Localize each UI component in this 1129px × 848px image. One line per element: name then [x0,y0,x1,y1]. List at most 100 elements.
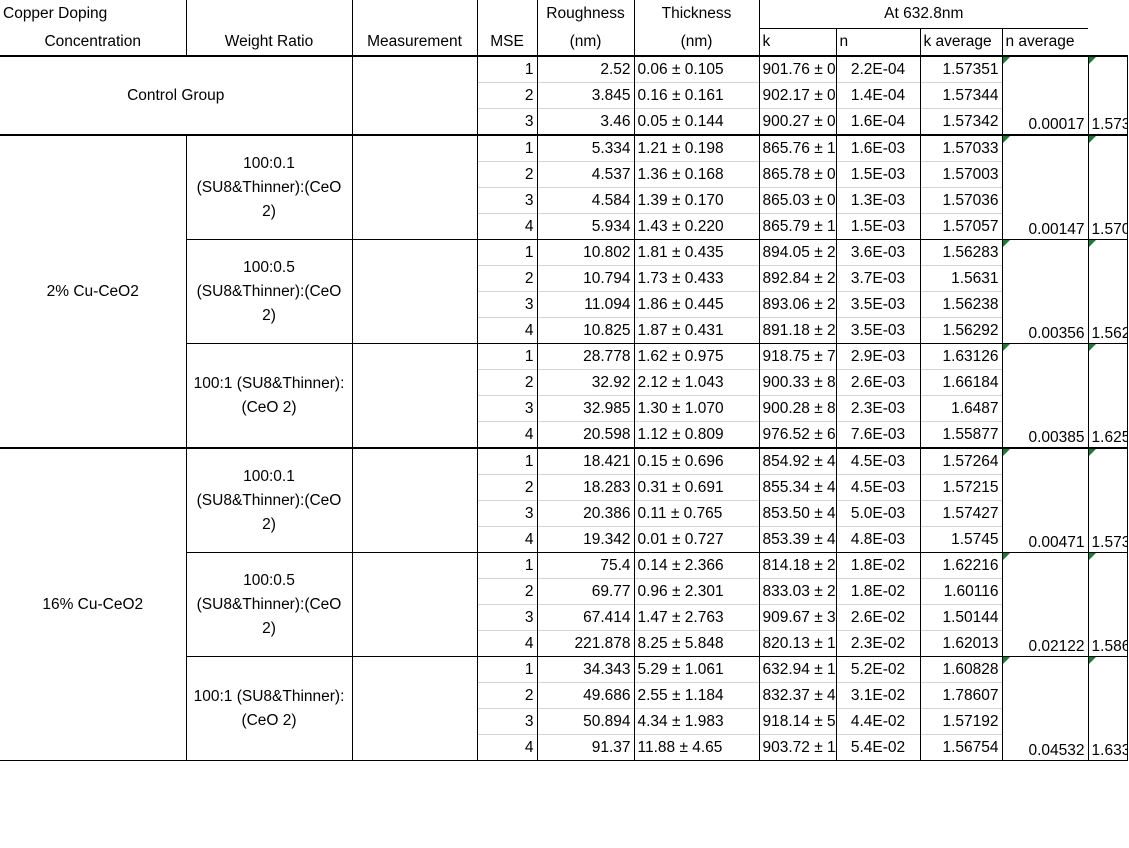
roughness-value: 0.01 ± 0.727 [633,526,759,553]
roughness-value: 0.15 ± 0.696 [633,447,759,475]
n-value: 1.63126 [919,343,1002,370]
header-thickness: Thickness [633,0,759,28]
k-average-cell: 0.00356 [1001,239,1089,344]
k-value: 7.6E-03 [835,421,920,448]
k-value: 1.6E-04 [835,108,920,135]
measurement-number: 4 [476,421,537,448]
mse-value: 20.386 [536,500,634,527]
header-k: k [758,28,836,56]
thickness-value: 865.03 ± 0.983 [758,187,836,214]
weight-ratio: 100:0.5 (SU8&Thinner):(CeO 2) [185,552,352,657]
thickness-value: 893.06 ± 2.585 [758,291,836,318]
roughness-value: 0.31 ± 0.691 [633,474,759,501]
roughness-value: 1.62 ± 0.975 [633,343,759,370]
measurement-number: 2 [476,161,537,188]
k-value: 1.5E-03 [835,213,920,240]
k-value: 3.7E-03 [835,265,920,292]
measurement-group-cell [351,134,477,240]
thickness-value: 902.17 ± 0.856 [758,82,836,109]
n-average-cell: 1.57032 [1087,134,1129,240]
thickness-value: 918.14 ± 57.37 [758,708,836,735]
table-row: Control Group 1 2.52 0.06 ± 0.105 901.76 ± 0… [0,55,1129,136]
measurement-number: 4 [476,630,537,657]
thickness-value: 853.50 ± 4.726 [758,500,836,527]
n-value: 1.62013 [919,630,1002,657]
header-roughness: Roughness [536,0,634,28]
thickness-value: 900.33 ± 8.808 [758,369,836,396]
n-average-cell: 1.57339 [1087,447,1129,553]
header-blank [476,0,537,28]
k-value: 2.3E-03 [835,395,920,422]
k-value: 1.6E-03 [835,134,920,162]
thickness-value: 853.39 ± 4.480 [758,526,836,553]
thickness-value: 865.79 ± 1.274 [758,213,836,240]
n-average-value: 1.56281 [1091,325,1127,343]
thickness-value: 854.92 ± 4.224 [758,447,836,475]
k-value: 5.2E-02 [835,656,920,683]
measurement-number: 3 [476,108,537,135]
k-value: 3.1E-02 [835,682,920,709]
k-value: 4.4E-02 [835,708,920,735]
n-value: 1.57342 [919,108,1002,135]
n-value: 1.57036 [919,187,1002,214]
n-average-value: 1.57346 [1091,116,1127,134]
measurement-group-cell [351,343,477,449]
roughness-value: 0.06 ± 0.105 [633,55,759,83]
n-value: 1.57215 [919,474,1002,501]
k-value: 4.8E-03 [835,526,920,553]
thickness-value: 832.37 ± 41.034 [758,682,836,709]
header-row-1: Copper Doping Roughness Thickness At 632… [0,0,1128,29]
n-average-cell: 1.62514 [1087,343,1129,449]
mse-value: 5.934 [536,213,634,240]
measurement-number: 3 [476,187,537,214]
measurement-number: 1 [476,447,537,475]
n-value: 1.57427 [919,500,1002,527]
mse-value: 67.414 [536,604,634,631]
mse-value: 49.686 [536,682,634,709]
measurement-number: 4 [476,734,537,761]
mse-value: 19.342 [536,526,634,553]
n-value: 1.56238 [919,291,1002,318]
mse-value: 34.343 [536,656,634,683]
mse-value: 5.334 [536,134,634,162]
mse-value: 50.894 [536,708,634,735]
n-value: 1.57192 [919,708,1002,735]
n-value: 1.66184 [919,369,1002,396]
header-wavelength: At 632.8nm [758,0,1089,29]
thickness-value: 901.76 ± 0.561 [758,55,836,83]
measurement-number: 4 [476,526,537,553]
thickness-value: 833.03 ± 25.587 [758,578,836,605]
k-average-cell: 0.00471 [1001,447,1089,553]
header-row-2: Concentration Weight Ratio Measurement M… [0,28,1128,56]
mse-value: 10.794 [536,265,634,292]
header-weight-ratio: Weight Ratio [185,28,352,56]
measurement-group-cell [351,552,477,657]
measurement-number: 3 [476,708,537,735]
n-value: 1.62216 [919,552,1002,579]
measurement-number: 1 [476,552,537,579]
mse-value: 3.845 [536,82,634,109]
thickness-value: 900.28 ± 8.431 [758,395,836,422]
n-value: 1.56283 [919,239,1002,266]
roughness-value: 0.11 ± 0.765 [633,500,759,527]
mse-value: 10.802 [536,239,634,266]
measurement-number: 1 [476,656,537,683]
table-row: 2% Cu-CeO2 100:0.1 (SU8&Thinner):(CeO 2) 1… [0,134,1129,449]
thickness-value: 855.34 ± 4.195 [758,474,836,501]
k-average-cell: 0.00385 [1001,343,1089,449]
mse-value: 69.77 [536,578,634,605]
n-value: 1.5631 [919,265,1002,292]
k-value: 3.5E-03 [835,291,920,318]
mse-value: 28.778 [536,343,634,370]
mse-value: 11.094 [536,291,634,318]
mse-value: 4.537 [536,161,634,188]
k-average-value: 0.00385 [1028,429,1085,447]
k-value: 5.0E-03 [835,500,920,527]
roughness-value: 1.86 ± 0.445 [633,291,759,318]
k-value: 1.5E-03 [835,161,920,188]
roughness-value: 1.39 ± 0.170 [633,187,759,214]
n-value: 1.60116 [919,578,1002,605]
roughness-value: 1.12 ± 0.809 [633,421,759,448]
group-concentration: 2% Cu-CeO2 [0,134,186,449]
roughness-value: 0.14 ± 2.366 [633,552,759,579]
